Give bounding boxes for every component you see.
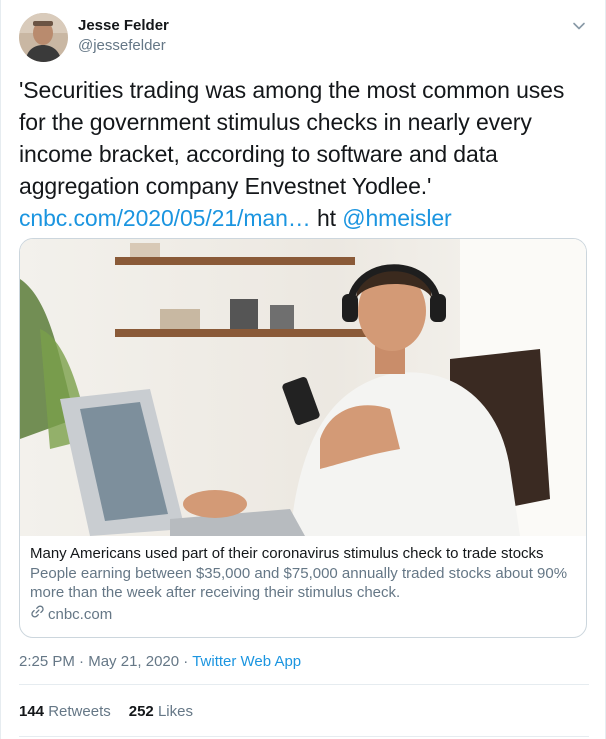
tweet-header: Jesse Felder @jessefelder <box>19 13 169 62</box>
tweet-text-ht: ht <box>310 205 343 231</box>
meta-separator-2: · <box>179 653 193 670</box>
tweet-text: 'Securities trading was among the most c… <box>19 74 591 234</box>
avatar[interactable] <box>19 13 68 62</box>
card-domain-text: cnbc.com <box>48 605 113 623</box>
author-names: Jesse Felder @jessefelder <box>78 16 169 56</box>
chevron-down-icon[interactable] <box>571 18 587 34</box>
article-link[interactable]: cnbc.com/2020/05/21/man… <box>19 205 311 231</box>
likes-label: Likes <box>157 703 193 720</box>
link-icon <box>30 604 48 625</box>
likes-stat[interactable]: 252 Likes <box>129 702 193 722</box>
tweet-time[interactable]: 2:25 PM <box>19 653 75 670</box>
divider-bottom <box>19 736 589 737</box>
divider <box>19 684 589 685</box>
card-text: Many Americans used part of their corona… <box>30 544 578 625</box>
likes-count: 252 <box>128 703 154 720</box>
link-preview-card[interactable]: Many Americans used part of their corona… <box>19 238 587 638</box>
card-title: Many Americans used part of their corona… <box>30 545 544 562</box>
card-domain: cnbc.com <box>30 604 578 625</box>
tweet-container: Jesse Felder @jessefelder 'Securities tr… <box>0 0 606 739</box>
card-description: People earning between $35,000 and $75,0… <box>30 565 568 601</box>
tweet-stats: 144 Retweets 252 Likes <box>19 702 211 722</box>
author-handle[interactable]: @jessefelder <box>78 36 169 56</box>
tweet-date[interactable]: May 21, 2020 <box>88 653 179 670</box>
tweet-text-body: 'Securities trading was among the most c… <box>19 77 565 199</box>
meta-separator: · <box>74 653 89 670</box>
retweets-stat[interactable]: 144 Retweets <box>19 702 111 722</box>
card-image <box>20 239 586 536</box>
tweet-meta: 2:25 PM · May 21, 2020 · Twitter Web App <box>19 652 301 672</box>
retweets-label: Retweets <box>48 703 111 720</box>
mention-link[interactable]: @hmeisler <box>342 205 451 231</box>
retweets-count: 144 <box>19 703 45 720</box>
author-display-name[interactable]: Jesse Felder <box>78 16 169 36</box>
source-app-link[interactable]: Twitter Web App <box>192 653 301 670</box>
